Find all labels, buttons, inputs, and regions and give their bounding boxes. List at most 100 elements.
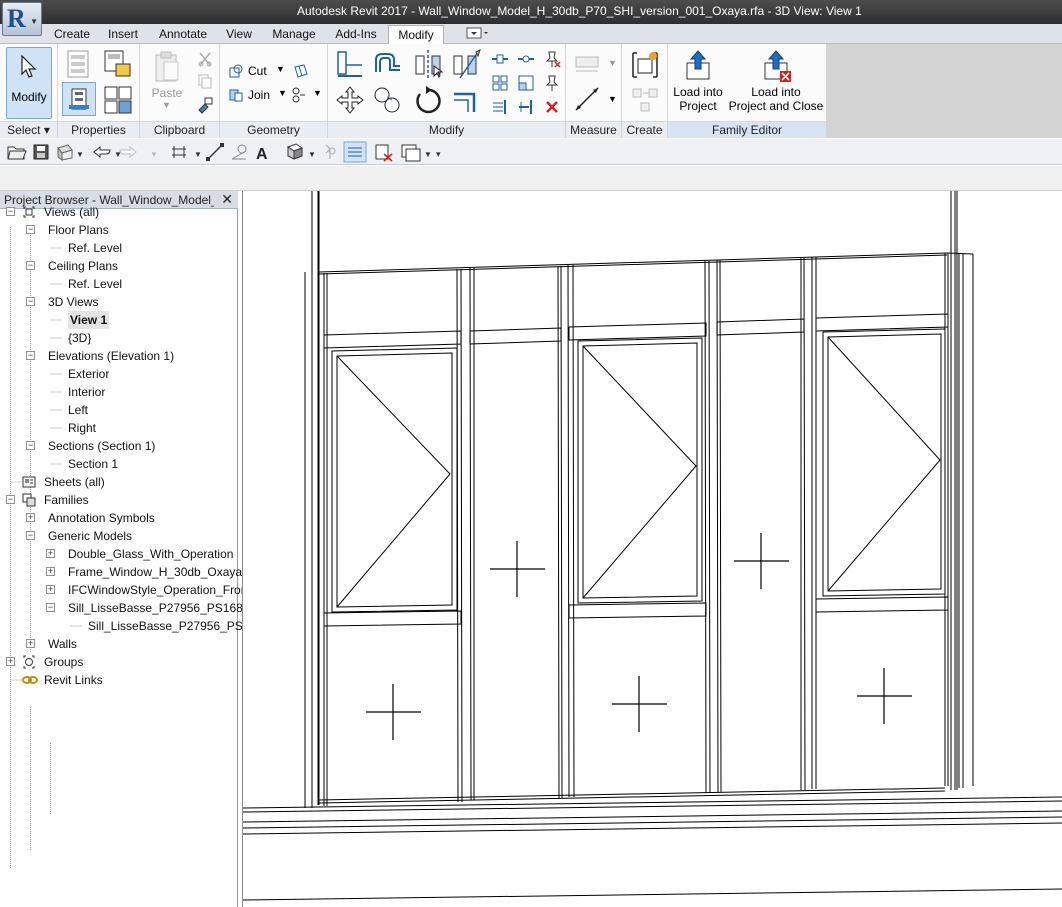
create-similar-icon[interactable] <box>628 84 662 116</box>
tree-item[interactable]: Sheets (all) <box>0 473 238 491</box>
paste-icon[interactable] <box>150 50 184 84</box>
tab-modify[interactable]: Modify <box>388 25 444 44</box>
ribbon-minimize-toggle[interactable] <box>466 26 490 43</box>
sync-icon[interactable] <box>57 144 73 161</box>
tab-annotate[interactable]: Annotate <box>151 25 215 44</box>
tree-item[interactable]: Section 1 <box>0 455 238 473</box>
tree-item[interactable]: − Generic Models <box>0 527 238 545</box>
array-icon[interactable] <box>490 74 510 92</box>
cut-dropdown-icon[interactable]: ▼ <box>276 64 285 74</box>
type-properties-icon[interactable] <box>102 48 134 80</box>
align-icon[interactable] <box>334 48 366 80</box>
join-label[interactable]: Join <box>248 88 270 102</box>
join-geometry-icon[interactable] <box>228 87 244 103</box>
expand-icon[interactable]: + <box>26 639 35 648</box>
tree-item[interactable]: Exterior <box>0 365 238 383</box>
offset-icon[interactable] <box>372 48 404 80</box>
load-into-project-and-close-label[interactable]: Load into Project and Close <box>728 85 824 113</box>
tree-item[interactable]: Sill_LisseBasse_P27956_PS1684 <box>0 617 269 635</box>
section-icon[interactable] <box>325 144 336 159</box>
collapse-icon[interactable]: − <box>26 261 35 270</box>
expand-icon[interactable]: + <box>46 585 55 594</box>
trim-extend-multiple-icon[interactable] <box>490 98 510 116</box>
modify-button[interactable]: Modify <box>6 47 52 119</box>
tree-item[interactable]: Ref. Level <box>0 275 238 293</box>
tree-item[interactable]: − Sill_LisseBasse_P27956_PS1684 <box>0 599 249 617</box>
tree-item[interactable]: − Sections (Section 1) <box>0 437 238 455</box>
geometry-dropdown-icon[interactable]: ▼ <box>313 88 322 98</box>
tree-item[interactable]: Revit Links <box>0 671 238 689</box>
3d-view-icon[interactable] <box>286 143 304 160</box>
tree-item[interactable]: Interior <box>0 383 238 401</box>
cut-geometry-icon[interactable] <box>228 63 244 79</box>
collapse-icon[interactable]: − <box>6 495 15 504</box>
tab-manage[interactable]: Manage <box>265 25 323 44</box>
move-icon[interactable] <box>334 84 366 116</box>
mirror-draw-axis-icon[interactable] <box>450 48 482 80</box>
load-into-project-label[interactable]: Load into Project <box>668 85 728 113</box>
unpin-icon[interactable] <box>542 50 562 68</box>
family-types-button[interactable] <box>62 82 96 116</box>
tree-item[interactable]: − Families <box>0 491 238 509</box>
collapse-icon[interactable]: − <box>46 603 55 612</box>
dimension-icon[interactable] <box>572 84 602 114</box>
tree-item[interactable]: + Annotation Symbols <box>0 509 238 527</box>
rotate-icon[interactable] <box>412 84 444 116</box>
aligned-dimension-icon[interactable] <box>206 143 224 161</box>
trim-extend-single-icon[interactable] <box>516 98 536 116</box>
load-into-project-and-close-icon[interactable] <box>760 48 794 84</box>
expand-icon[interactable]: + <box>46 567 55 576</box>
tree-item[interactable]: View 1 <box>0 311 238 329</box>
tree-item[interactable]: Right <box>0 419 238 437</box>
tree-item[interactable]: + Groups <box>0 653 238 671</box>
family-category-icon[interactable] <box>102 84 134 116</box>
tree-item[interactable]: + IFCWindowStyle_Operation_Front <box>0 581 251 599</box>
pin-icon[interactable] <box>542 74 562 92</box>
split-element-icon[interactable] <box>490 50 510 68</box>
application-menu-button[interactable]: R ▼ <box>2 2 42 36</box>
wall-joins-icon[interactable] <box>290 86 310 104</box>
create-group-icon[interactable] <box>628 48 662 82</box>
angular-dimension-icon[interactable] <box>231 144 247 160</box>
cut-scissors-icon[interactable] <box>196 50 214 68</box>
cut-label[interactable]: Cut <box>248 64 267 78</box>
collapse-icon[interactable]: − <box>6 207 15 216</box>
tab-create[interactable]: Create <box>48 25 96 44</box>
expand-icon[interactable]: + <box>6 657 15 666</box>
collapse-icon[interactable]: − <box>26 351 35 360</box>
redo-icon[interactable] <box>119 145 137 159</box>
collapse-icon[interactable]: − <box>26 297 35 306</box>
tree-item[interactable]: − Elevations (Elevation 1) <box>0 347 238 365</box>
tree-item[interactable]: Ref. Level <box>0 239 238 257</box>
measure-quick-icon[interactable] <box>172 146 186 158</box>
open-icon[interactable] <box>7 146 27 160</box>
tree-item[interactable]: − Ceiling Plans <box>0 257 238 275</box>
undo-icon[interactable] <box>93 145 111 159</box>
match-properties-icon[interactable] <box>196 96 214 114</box>
tab-add-ins[interactable]: Add-Ins <box>329 25 383 44</box>
tree-item[interactable]: − 3D Views <box>0 293 238 311</box>
thin-lines-icon[interactable] <box>343 141 367 163</box>
mirror-pick-axis-icon[interactable] <box>412 48 444 80</box>
trim-extend-icon[interactable] <box>450 84 482 116</box>
join-dropdown-icon[interactable]: ▼ <box>278 88 287 98</box>
copy-icon[interactable] <box>196 72 214 90</box>
tree-item[interactable]: + Walls <box>0 635 238 653</box>
tree-item[interactable]: Left <box>0 401 238 419</box>
tab-insert[interactable]: Insert <box>100 25 146 44</box>
tree-item[interactable]: − Views (all) <box>0 203 238 221</box>
tree-item[interactable]: {3D} <box>0 329 238 347</box>
tab-view[interactable]: View <box>220 25 258 44</box>
collapse-icon[interactable]: − <box>26 531 35 540</box>
tree-item[interactable]: + Frame_Window_H_30db_Oxaya <box>0 563 242 581</box>
load-into-project-icon[interactable] <box>682 48 714 84</box>
switch-windows-icon[interactable] <box>401 144 421 162</box>
3d-view-canvas[interactable] <box>242 191 1062 907</box>
expand-icon[interactable]: + <box>26 513 35 522</box>
expand-icon[interactable]: + <box>46 549 55 558</box>
properties-icon[interactable] <box>64 48 94 80</box>
tree-item[interactable]: + Double_Glass_With_Operation <box>0 545 238 563</box>
split-face-icon[interactable] <box>292 62 310 80</box>
save-icon[interactable] <box>33 144 49 160</box>
collapse-icon[interactable]: − <box>26 225 35 234</box>
